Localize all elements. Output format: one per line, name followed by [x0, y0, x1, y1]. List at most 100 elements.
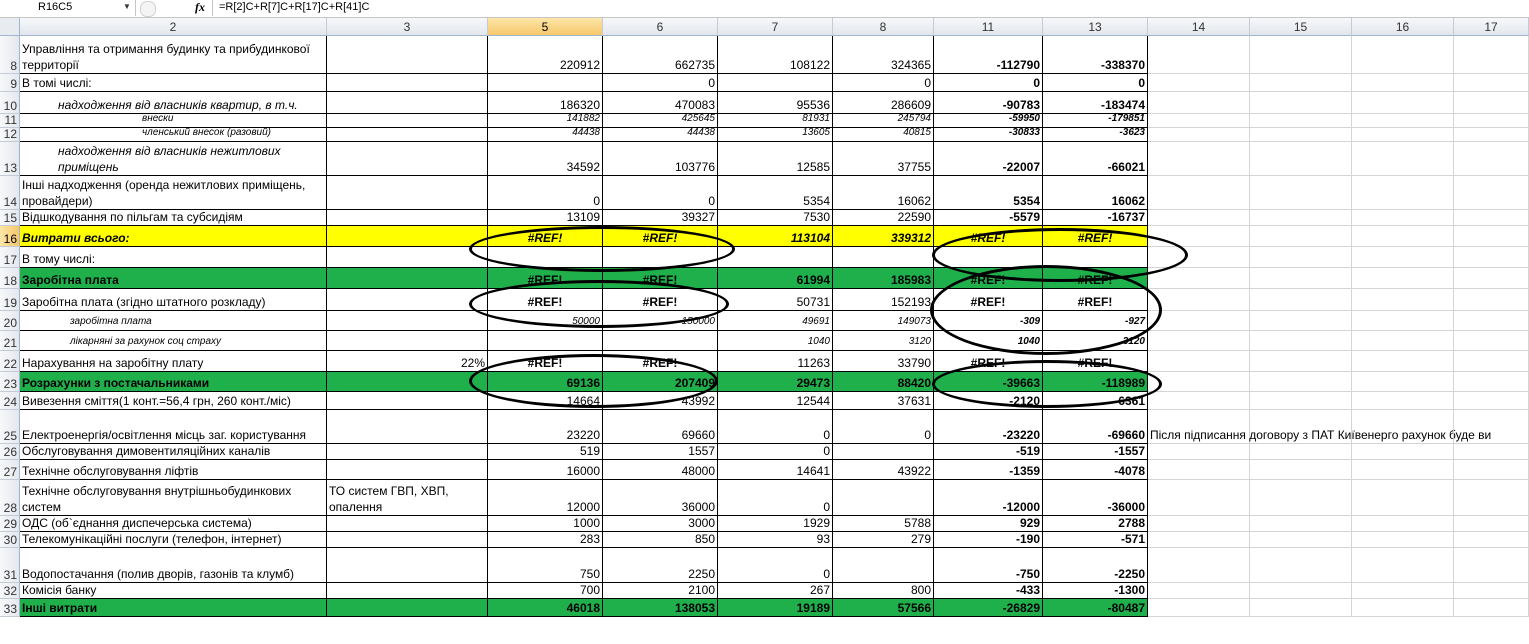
cell-c13[interactable]: -571 — [1043, 532, 1148, 548]
cell-c13[interactable]: -2250 — [1043, 548, 1148, 583]
cell-c15[interactable] — [1250, 114, 1352, 128]
cell-c14[interactable] — [1148, 532, 1250, 548]
cell-c5[interactable]: 700 — [488, 583, 603, 599]
cell-c14[interactable] — [1148, 331, 1250, 351]
cell-c13[interactable]: 2788 — [1043, 516, 1148, 532]
cell-c17[interactable] — [1454, 351, 1529, 372]
cell-c17[interactable] — [1454, 410, 1529, 444]
row-header[interactable]: 22 — [0, 351, 20, 372]
cell-c3[interactable] — [327, 532, 488, 548]
cell-c3[interactable] — [327, 444, 488, 460]
row-header[interactable]: 8 — [0, 36, 20, 74]
cell-c17[interactable] — [1454, 74, 1529, 92]
label-cell[interactable]: Технічне обслуговування внутрішньобудинк… — [20, 480, 327, 516]
cell-c5[interactable]: 519 — [488, 444, 603, 460]
label-cell[interactable]: Технічне обслуговування ліфтів — [20, 460, 327, 480]
label-cell[interactable]: надходження від власників нежитлових при… — [20, 142, 327, 176]
label-cell[interactable]: Управління та отримання будинку та прибу… — [20, 36, 327, 74]
cell-c15[interactable] — [1250, 311, 1352, 331]
cell-c8[interactable] — [833, 480, 934, 516]
cell-c8[interactable] — [833, 548, 934, 583]
cell-c8[interactable]: 37631 — [833, 392, 934, 410]
cell-c16[interactable] — [1352, 480, 1454, 516]
row-header[interactable]: 29 — [0, 516, 20, 532]
cell-c6[interactable]: 36000 — [603, 480, 718, 516]
cell-c7[interactable]: 19189 — [718, 599, 833, 617]
select-all-corner[interactable] — [0, 18, 20, 36]
cell-c17[interactable] — [1454, 92, 1529, 114]
cell-c16[interactable] — [1352, 372, 1454, 392]
cell-c11[interactable]: -23220 — [934, 410, 1043, 444]
cell-c3[interactable] — [327, 289, 488, 311]
cell-c17[interactable] — [1454, 516, 1529, 532]
cell-c7[interactable]: 108122 — [718, 36, 833, 74]
cell-c15[interactable] — [1250, 583, 1352, 599]
label-cell[interactable]: Інші витрати — [20, 599, 327, 617]
cell-c11[interactable]: 929 — [934, 516, 1043, 532]
cell-c17[interactable] — [1454, 268, 1529, 289]
cell-c17[interactable] — [1454, 128, 1529, 142]
cell-c16[interactable] — [1352, 142, 1454, 176]
row-header[interactable]: 15 — [0, 210, 20, 226]
cell-c5[interactable]: 1000 — [488, 516, 603, 532]
column-header-selected[interactable]: 5 — [488, 18, 603, 36]
label-cell[interactable]: Водопостачання (полив дворів, газонів та… — [20, 548, 327, 583]
cell-c15[interactable] — [1250, 247, 1352, 268]
cell-c8[interactable] — [833, 247, 934, 268]
cell-c7[interactable]: 267 — [718, 583, 833, 599]
cell-c15[interactable] — [1250, 210, 1352, 226]
name-box[interactable]: R16C5 ▼ — [0, 0, 136, 16]
cell-c17[interactable] — [1454, 392, 1529, 410]
cell-c11[interactable]: -22007 — [934, 142, 1043, 176]
column-header[interactable]: 2 — [20, 18, 327, 36]
row-header[interactable]: 11 — [0, 113, 20, 128]
cell-c8[interactable]: 22590 — [833, 210, 934, 226]
cell-c8[interactable]: 324365 — [833, 36, 934, 74]
cell-c15[interactable] — [1250, 599, 1352, 617]
cell-c14[interactable] — [1148, 311, 1250, 331]
chevron-down-icon[interactable]: ▼ — [123, 2, 131, 11]
cell-c17[interactable] — [1454, 331, 1529, 351]
cell-c17[interactable] — [1454, 36, 1529, 74]
row-header[interactable]: 23 — [0, 372, 20, 392]
cell-c8[interactable]: 800 — [833, 583, 934, 599]
cell-c8[interactable]: 40815 — [833, 127, 934, 142]
cell-c3[interactable] — [327, 516, 488, 532]
cell-c3[interactable] — [327, 226, 488, 247]
cell-c8[interactable]: 88420 — [833, 372, 934, 392]
cell-c8[interactable]: 0 — [833, 74, 934, 92]
cell-c7[interactable]: 1040 — [718, 331, 833, 351]
column-header[interactable]: 6 — [603, 18, 718, 36]
column-header[interactable]: 17 — [1454, 18, 1529, 36]
cell-c14[interactable] — [1148, 268, 1250, 289]
cell-c5[interactable]: 283 — [488, 532, 603, 548]
label-cell[interactable]: Нарахування на заробітну плату — [20, 351, 327, 372]
cell-c3[interactable] — [327, 410, 488, 444]
cell-c17[interactable] — [1454, 599, 1529, 617]
cell-c11[interactable]: -5579 — [934, 210, 1043, 226]
cell-c7[interactable]: 13605 — [718, 127, 833, 142]
cell-c3[interactable] — [327, 583, 488, 599]
cell-c13[interactable]: -16737 — [1043, 210, 1148, 226]
cell-c16[interactable] — [1352, 128, 1454, 142]
cell-c7[interactable]: 113104 — [718, 226, 833, 247]
cell-c16[interactable] — [1352, 36, 1454, 74]
cell-c16[interactable] — [1352, 331, 1454, 351]
cell-c13[interactable]: -338370 — [1043, 36, 1148, 74]
cell-c17[interactable] — [1454, 210, 1529, 226]
cell-c14[interactable] — [1148, 516, 1250, 532]
label-cell[interactable]: Витрати всього: — [20, 226, 327, 247]
cell-c17[interactable] — [1454, 226, 1529, 247]
cell-c5[interactable]: 12000 — [488, 480, 603, 516]
label-cell[interactable]: Комісія банку — [20, 583, 327, 599]
cell-c6[interactable]: 44438 — [603, 127, 718, 142]
cell-c7[interactable]: 14641 — [718, 460, 833, 480]
cell-c15[interactable] — [1250, 92, 1352, 114]
cell-c17[interactable] — [1454, 532, 1529, 548]
label-cell[interactable]: В тому числі: — [20, 247, 327, 268]
cell-c16[interactable] — [1352, 460, 1454, 480]
cell-c6[interactable]: 138053 — [603, 599, 718, 617]
cell-c15[interactable] — [1250, 480, 1352, 516]
column-header[interactable]: 3 — [327, 18, 488, 36]
cell-c16[interactable] — [1352, 176, 1454, 210]
